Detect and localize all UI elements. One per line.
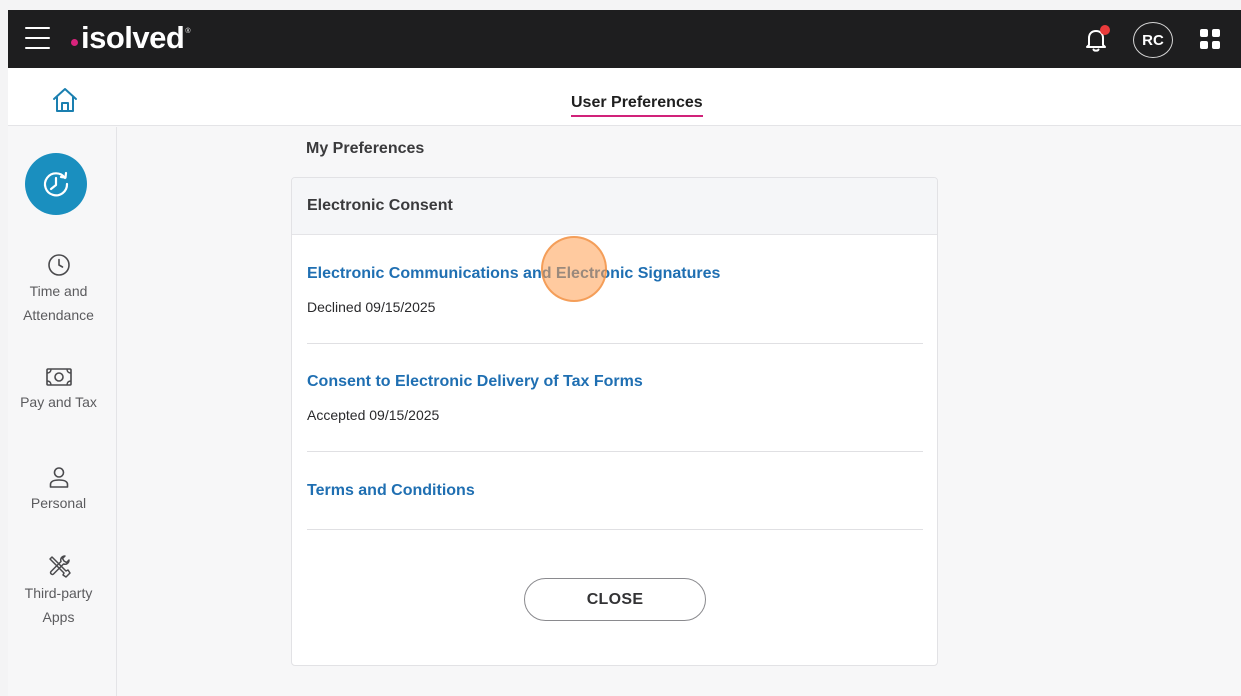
- section-title: My Preferences: [306, 140, 425, 157]
- app-window: isolved ® RC User Preferences Time and A…: [8, 10, 1241, 696]
- sidebar-item-label: Pay and Tax: [20, 394, 97, 410]
- consent-link-tax-forms[interactable]: Consent to Electronic Delivery of Tax Fo…: [307, 373, 923, 391]
- consent-item: Terms and Conditions: [307, 482, 923, 530]
- consent-link-terms-conditions[interactable]: Terms and Conditions: [307, 482, 923, 500]
- logo-trademark: ®: [185, 27, 190, 35]
- sidebar-item-pay-tax[interactable]: Pay and Tax: [8, 366, 109, 415]
- bell-icon[interactable]: [1081, 24, 1111, 54]
- sidebar-item-personal[interactable]: Personal: [8, 465, 109, 516]
- top-bar: isolved ® RC: [8, 10, 1241, 68]
- sidebar-item-time-attendance[interactable]: Time and Attendance: [8, 253, 109, 328]
- logo-dot: [71, 38, 78, 46]
- consent-link-electronic-communications[interactable]: Electronic Communications and Electronic…: [307, 265, 923, 283]
- logo-text: isolved: [81, 20, 185, 55]
- home-icon[interactable]: [50, 85, 80, 115]
- notification-dot: [1100, 25, 1110, 35]
- consent-status: Declined 09/15/2025: [307, 299, 436, 315]
- sub-header: User Preferences: [8, 68, 1241, 126]
- consent-status: Accepted 09/15/2025: [307, 407, 440, 423]
- apps-grid-icon[interactable]: [1200, 29, 1220, 49]
- consent-item: Consent to Electronic Delivery of Tax Fo…: [307, 373, 923, 452]
- sidebar-item-label: Apps: [42, 609, 75, 625]
- close-button[interactable]: CLOSE: [524, 578, 706, 621]
- sidebar-item-label: Attendance: [23, 307, 94, 323]
- sidebar: Time and Attendance Pay and Tax Personal: [8, 127, 117, 696]
- sidebar-item-label: Personal: [30, 495, 87, 511]
- clock-history-icon[interactable]: [25, 153, 87, 215]
- isolved-logo[interactable]: isolved ®: [71, 20, 190, 56]
- consent-item: Electronic Communications and Electronic…: [307, 265, 923, 344]
- page-title[interactable]: User Preferences: [571, 94, 703, 117]
- tools-icon: [48, 555, 71, 578]
- person-icon: [49, 467, 68, 488]
- sidebar-item-label: Third-party: [24, 585, 93, 601]
- clock-icon: [47, 254, 70, 276]
- sidebar-item-label: Time and: [29, 283, 88, 299]
- money-icon: [45, 368, 72, 386]
- hamburger-menu-icon[interactable]: [25, 27, 50, 49]
- card-header: Electronic Consent: [292, 178, 937, 235]
- user-avatar[interactable]: RC: [1133, 22, 1173, 58]
- sidebar-item-third-party-apps[interactable]: Third-party Apps: [8, 553, 109, 630]
- electronic-consent-card: Electronic Consent Electronic Communicat…: [291, 177, 938, 666]
